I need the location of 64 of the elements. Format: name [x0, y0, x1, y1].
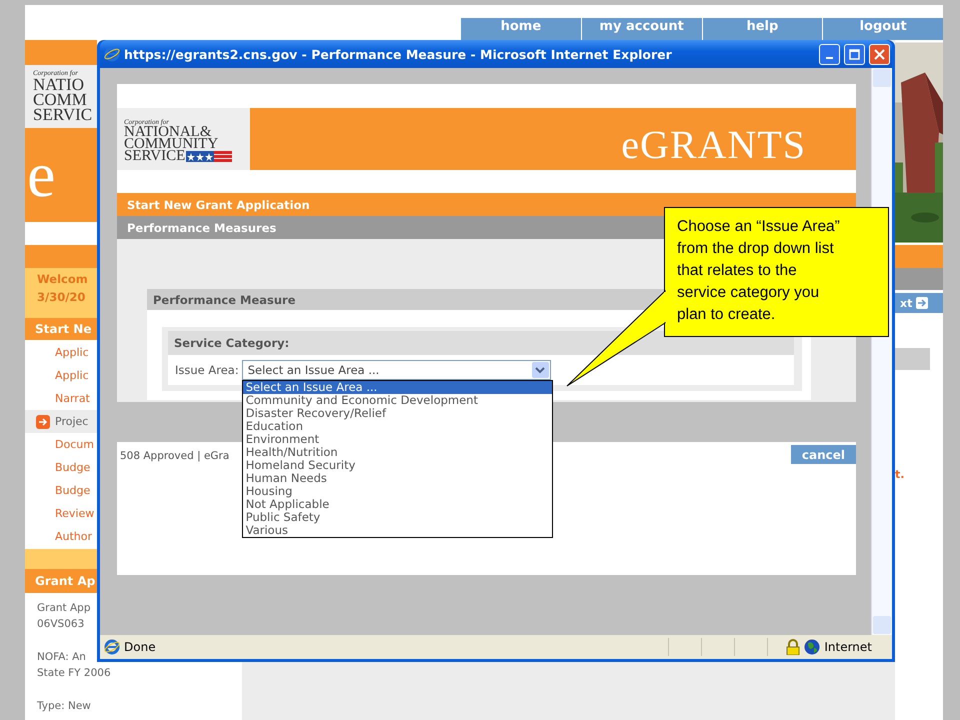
header-band [895, 245, 943, 268]
banner-title: e [27, 143, 56, 207]
sidebar-item[interactable]: Author [25, 525, 97, 548]
zone-text: Internet [824, 640, 872, 654]
dropdown-option[interactable]: Homeland Security [242, 459, 552, 472]
sidebar-item[interactable]: Review [25, 502, 97, 525]
sidebar-item[interactable]: Projec [25, 410, 97, 433]
dropdown-option[interactable]: Public Safety [242, 511, 552, 524]
arrow-icon [36, 414, 50, 428]
sidebar-band [25, 245, 97, 268]
close-button[interactable] [869, 44, 890, 64]
section-title: Service Category: [174, 336, 290, 350]
sidebar-band [25, 549, 97, 569]
callout-text: Choose an “Issue Area” from the drop down list that relates to the service category you plan to create. [664, 207, 889, 337]
welcome-text: Welcom [37, 272, 88, 286]
section-title: Grant Ap [35, 574, 96, 588]
window-title: https://egrants2.cns.gov - Performance Measure - Microsoft Internet Explorer [124, 46, 673, 62]
sidebar-item[interactable]: Applic [25, 341, 97, 364]
info-text: Grant App [37, 601, 91, 616]
banner-title: eGRANTS [621, 121, 806, 169]
cancel-button[interactable]: cancel [790, 445, 856, 464]
dropdown-option[interactable]: Environment [242, 433, 552, 446]
dropdown-option[interactable]: Various [242, 524, 552, 537]
info-text: 06VS063 [37, 617, 84, 632]
sidebar-item[interactable]: Docum [25, 433, 97, 456]
footer-text: 508 Approved | eGra [120, 450, 230, 462]
dropdown-option[interactable]: Not Applicable [242, 498, 552, 511]
dropdown-option[interactable]: Human Needs [242, 472, 552, 485]
dropdown-option[interactable]: Health/Nutrition [242, 446, 552, 459]
next-button[interactable]: xt [895, 293, 943, 313]
status-text: Done [124, 640, 157, 654]
minimize-icon [826, 57, 833, 59]
globe-icon [804, 639, 820, 655]
sidebar-item[interactable]: Narrat [25, 387, 97, 410]
title-band [895, 268, 943, 290]
maximize-icon [849, 48, 860, 60]
sidebar-item[interactable]: Budge [25, 456, 97, 479]
sidebar-item[interactable]: Budge [25, 479, 97, 502]
chevron-icon [532, 362, 549, 378]
lock-icon [786, 639, 800, 655]
notice-text: t. [895, 468, 906, 481]
dropdown-option[interactable]: Select an Issue Area ... [242, 381, 552, 394]
maximize-button[interactable] [844, 44, 865, 64]
close-icon [874, 48, 885, 60]
arrow-icon [916, 297, 928, 309]
breadcrumb-title: Start New Grant Application [127, 198, 310, 212]
date-text: 3/30/20 [37, 290, 86, 304]
dropdown-option[interactable]: Community and Economic Development [242, 394, 552, 407]
section-title: Start Ne [35, 322, 92, 336]
page-icon [104, 639, 120, 655]
page-title: Performance Measures [127, 220, 276, 234]
dropdown-option[interactable]: Education [242, 420, 552, 433]
sidebar-item[interactable]: Applic [25, 364, 97, 387]
header-band [25, 40, 97, 65]
info-text: NOFA: An [37, 650, 86, 665]
panel-header [895, 348, 930, 370]
dropdown-option[interactable]: Disaster Recovery/Relief [242, 407, 552, 420]
info-text: State FY 2006 [37, 666, 111, 681]
info-text: Type: New [37, 699, 91, 714]
dropdown-option[interactable]: Housing [242, 485, 552, 498]
browser-icon [104, 46, 120, 62]
field-label: Issue Area: [175, 363, 239, 377]
minimize-button[interactable] [819, 44, 840, 64]
panel-title: Performance Measure [153, 292, 296, 306]
